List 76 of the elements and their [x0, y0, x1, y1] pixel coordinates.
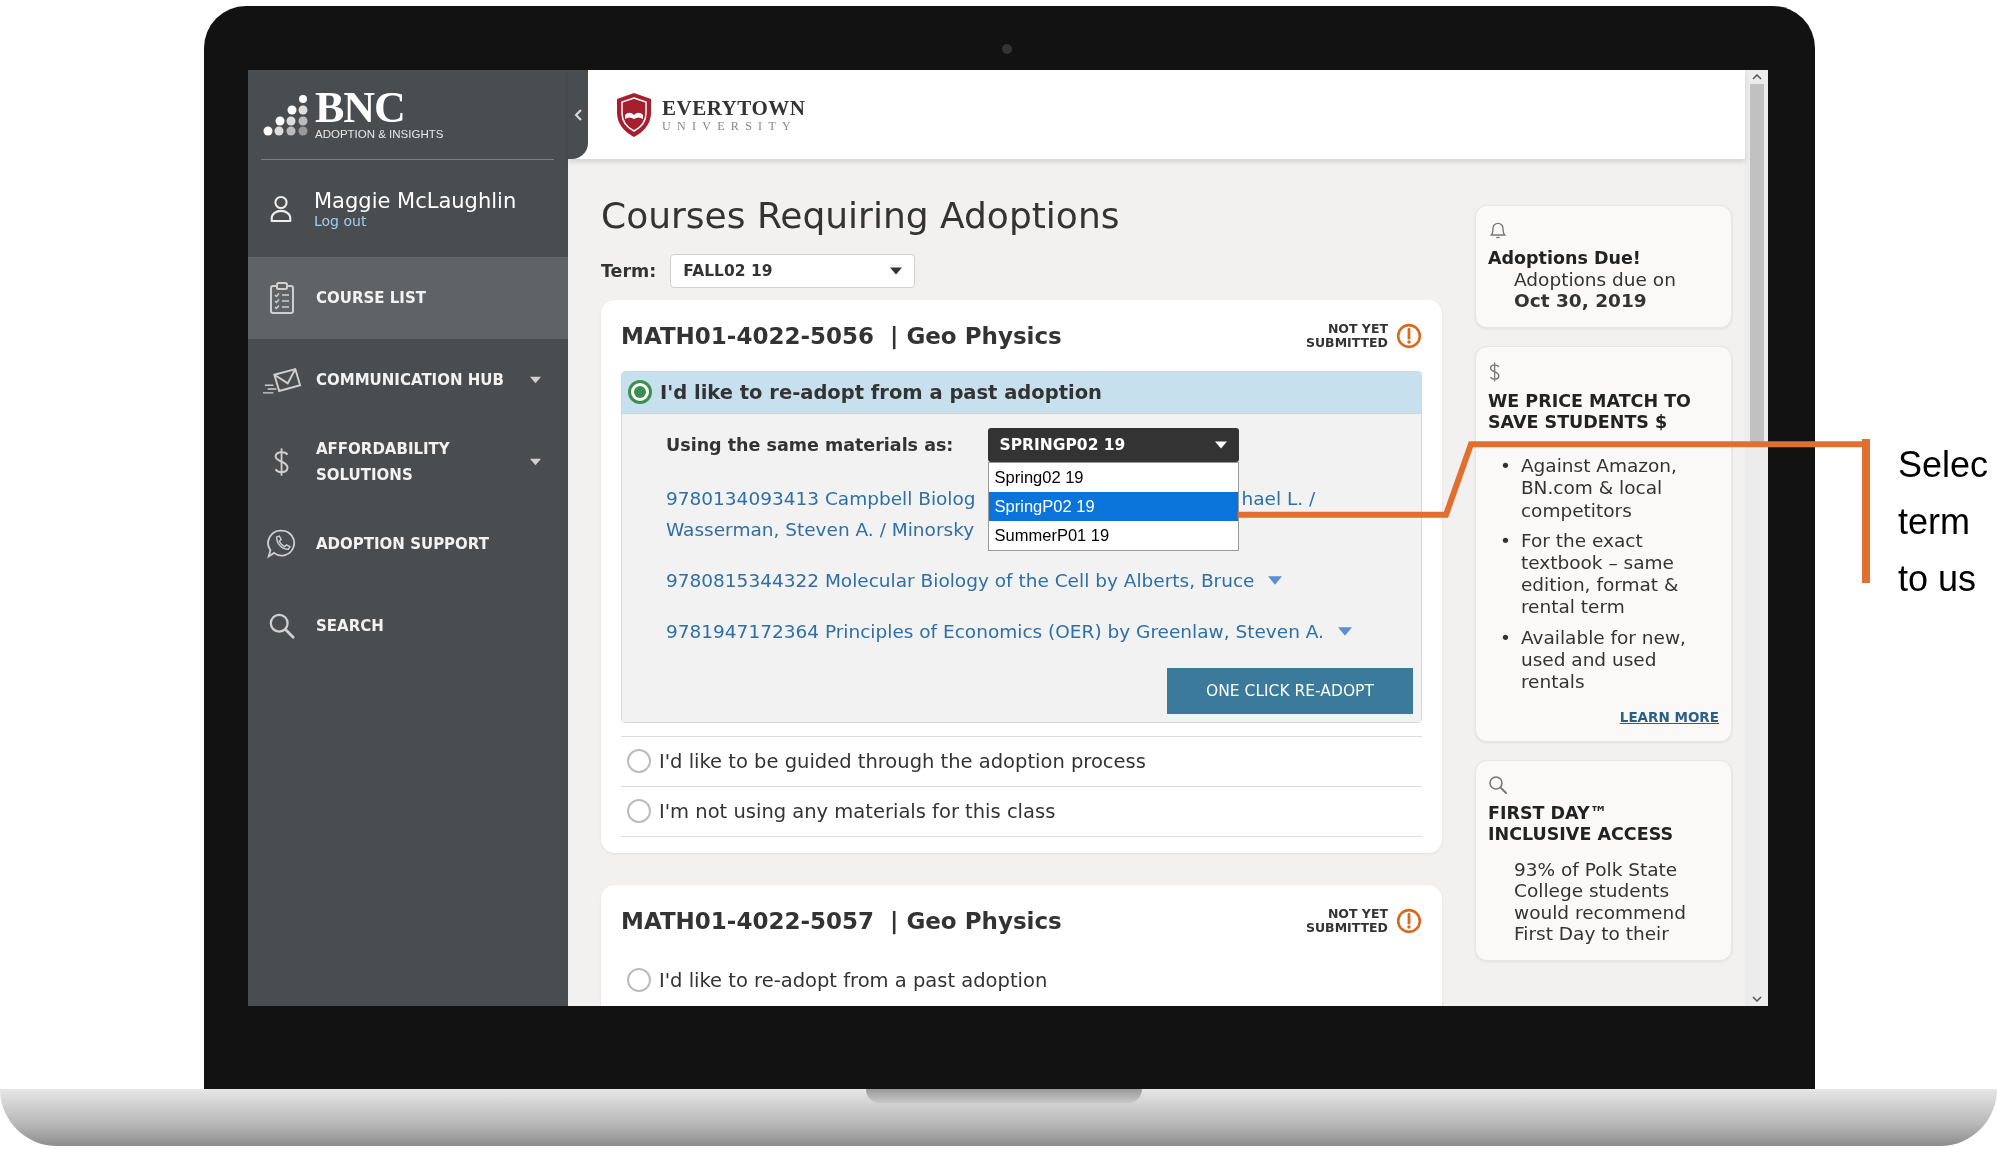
page-title: Courses Requiring Adoptions — [601, 195, 1121, 236]
materials-dropdown[interactable]: SPRINGP02 19 — [987, 427, 1239, 462]
status-label: NOT YET SUBMITTED — [1305, 322, 1388, 351]
scrollbar-thumb[interactable] — [1749, 84, 1764, 444]
card-title: WE PRICE MATCH TO SAVE STUDENTS $ — [1488, 391, 1692, 434]
radio-button[interactable] — [627, 749, 651, 774]
clipboard-icon — [268, 281, 296, 315]
user-name: Maggie McLaughlin — [314, 188, 517, 213]
option-label: I'd like to be guided through the adoption process — [659, 749, 1146, 773]
nav-item[interactable]: AFFORDABILITY SOLUTIONS — [248, 421, 568, 503]
search-icon — [268, 612, 296, 640]
chevron-left-icon — [573, 108, 583, 121]
nav-item[interactable]: ADOPTION SUPPORT — [248, 503, 568, 585]
book-link[interactable]: Wasserman, Steven A. / Minorsky — [666, 518, 988, 540]
option-label: I'm not using any materials for this class — [659, 799, 1056, 823]
term-dropdown[interactable]: FALL02 19 — [670, 254, 916, 288]
caret-icon — [1268, 575, 1283, 585]
nav-item[interactable]: SEARCH — [248, 585, 568, 667]
course-title: MATH01-4022-5057 | Geo Physics — [621, 908, 1062, 935]
book-link[interactable]: 9780815344322 Molecular Biology of the Cell by Alberts, Bruce — [666, 569, 1255, 591]
phone-bubble-icon — [266, 528, 298, 560]
dropdown-option[interactable]: Spring02 19 — [988, 462, 1238, 492]
nav-item[interactable]: COMMUNICATION HUB — [248, 339, 568, 421]
radio-button[interactable] — [628, 380, 652, 405]
materials-label: Using the same materials as: — [666, 434, 955, 455]
camera-icon — [1002, 44, 1012, 54]
envelope-icon — [262, 365, 302, 395]
warning-icon — [1396, 908, 1422, 935]
bullet-item: For the exact textbook – same edition, format & rental term — [1520, 529, 1680, 619]
radio-button[interactable] — [627, 968, 651, 992]
re-adopt-button[interactable]: ONE CLICK RE-ADOPT — [1167, 667, 1413, 714]
school-name: EVERYTOWN — [662, 96, 806, 119]
logout-link[interactable]: Log out — [314, 212, 367, 229]
shield-logo-icon — [614, 90, 654, 139]
course-title: MATH01-4022-5056 | Geo Physics — [621, 323, 1062, 350]
card-title: FIRST DAY™ INCLUSIVE ACCESS — [1488, 803, 1675, 846]
book-link[interactable]: 9781947172364 Principles of Economics (OER) by Greenlaw, Steven A. — [666, 620, 1324, 642]
bullet-item: Against Amazon, BN.com & local competitors — [1520, 455, 1678, 522]
bullet-item: Available for new, used and used rentals — [1520, 626, 1687, 694]
caret-icon — [1214, 440, 1227, 449]
collapse-button[interactable] — [568, 70, 588, 159]
warning-icon — [1396, 323, 1422, 350]
chevron-up-icon — [1751, 74, 1762, 80]
school-subtitle: UNIVERSITY — [662, 118, 798, 133]
nav-item[interactable]: COURSE LIST — [248, 257, 568, 339]
bullet-marker: • — [1500, 455, 1511, 479]
dropdown-option[interactable]: SummerP01 19 — [988, 520, 1238, 550]
due-date: Oct 30, 2019 — [1513, 290, 1648, 312]
user-icon — [268, 193, 294, 224]
dropdown-option[interactable]: SpringP02 19 — [988, 491, 1238, 521]
chevron-down-icon — [1751, 996, 1762, 1002]
bullet-marker: • — [1500, 626, 1511, 650]
book-link[interactable]: hael L. / — [1241, 487, 1316, 509]
bullet-marker: • — [1500, 529, 1511, 553]
caret-icon — [890, 267, 903, 275]
learn-more-link[interactable]: LEARN MORE — [1619, 709, 1719, 726]
search-icon — [1488, 775, 1508, 796]
brand-tagline: ADOPTION & INSIGHTS — [315, 128, 444, 140]
card-text: 93% of Polk State College students would recommend First Day to their — [1513, 859, 1687, 945]
dots-logo-icon — [263, 93, 309, 136]
card-text: Adoptions due on — [1513, 269, 1677, 291]
book-link[interactable]: 9780134093413 Campbell Biolog — [666, 487, 988, 509]
callout-text-line: term — [1898, 500, 1971, 544]
bell-icon — [1488, 220, 1508, 240]
option-label: I'd like to re-adopt from a past adoption — [659, 968, 1048, 992]
status-label: NOT YET SUBMITTED — [1305, 906, 1388, 936]
callout-text-line: to us — [1898, 557, 1978, 601]
term-label: Term: — [601, 261, 657, 281]
callout-text-line: Selec — [1898, 443, 1989, 487]
dollar-icon — [1488, 361, 1502, 384]
brand-name: BNC — [315, 89, 405, 127]
scrollbar[interactable] — [1745, 70, 1768, 1006]
caret-icon — [1338, 626, 1352, 636]
option-label: I'd like to re-adopt from a past adoption — [660, 380, 1102, 404]
card-title: Adoptions Due! — [1488, 248, 1642, 269]
radio-button[interactable] — [627, 799, 651, 824]
